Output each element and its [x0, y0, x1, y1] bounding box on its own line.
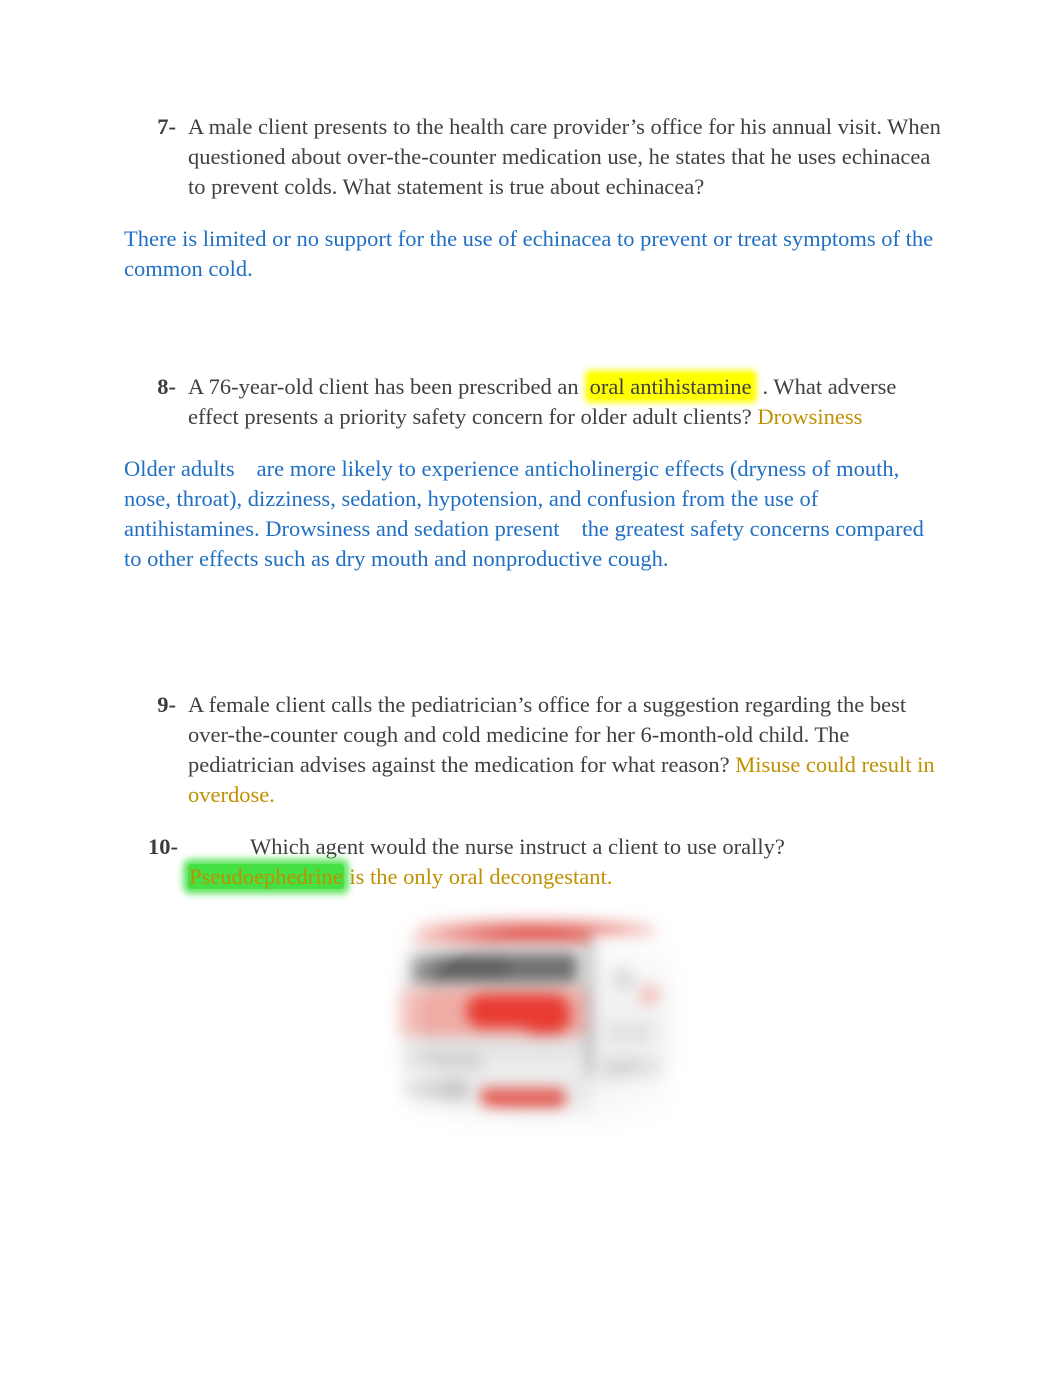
question-text-8: A 76-year-old client has been prescribed…	[188, 372, 942, 432]
answer-10-rest: is the only oral decongestant.	[349, 864, 613, 889]
photo-blister-pack	[592, 934, 672, 1108]
question-number-7: 7-	[157, 114, 176, 139]
photo-brand-text-secondary	[508, 958, 570, 978]
question-item-9: 9- A female client calls the pediatricia…	[124, 690, 942, 810]
question-number-9: 9-	[157, 692, 176, 717]
photo-tablet-4	[602, 1058, 662, 1078]
answer-8-drowsiness: Drowsiness	[757, 404, 863, 429]
document-page: 7- A male client presents to the health …	[0, 0, 1062, 1376]
product-photo-content	[388, 906, 684, 1136]
explanation-8-part-a: Older adults	[124, 456, 235, 481]
photo-label-row-1	[404, 1052, 482, 1068]
question-item-10: 10- Which agent would the nurse instruct…	[124, 832, 942, 892]
question-number-8: 8-	[157, 374, 176, 399]
answer-explanation-7: There is limited or no support for the u…	[124, 226, 934, 281]
question-text-10: Which agent would the nurse instruct a c…	[188, 832, 942, 892]
question-10-text: Which agent would the nurse instruct a c…	[250, 834, 785, 859]
product-photo	[378, 896, 694, 1146]
highlight-oral-antihistamine: oral antihistamine	[588, 374, 753, 399]
highlight-pseudoephedrine: Pseudoephedrine	[188, 864, 344, 889]
answer-explanation-8: Older adults are more likely to experienc…	[124, 454, 942, 574]
question-item-8: 8- A 76-year-old client has been prescri…	[124, 372, 942, 432]
document-content: 7- A male client presents to the health …	[124, 112, 942, 892]
question-text-7: A male client presents to the health car…	[188, 114, 941, 199]
question-8-part-1: A 76-year-old client has been prescribed…	[188, 374, 579, 399]
photo-red-swoosh-tail	[528, 1002, 570, 1034]
question-item-7: 7- A male client presents to the health …	[124, 112, 942, 202]
photo-label-row-2	[484, 1058, 580, 1080]
photo-tablet-2	[640, 984, 662, 1004]
photo-bottom-red-pill	[480, 1088, 566, 1108]
photo-tablet-3	[608, 1024, 654, 1040]
photo-tablet-1	[612, 968, 636, 990]
question-text-9: A female client calls the pediatrician’s…	[188, 690, 942, 810]
photo-label-row-3	[402, 1082, 466, 1102]
question-number-10: 10-	[148, 834, 178, 859]
